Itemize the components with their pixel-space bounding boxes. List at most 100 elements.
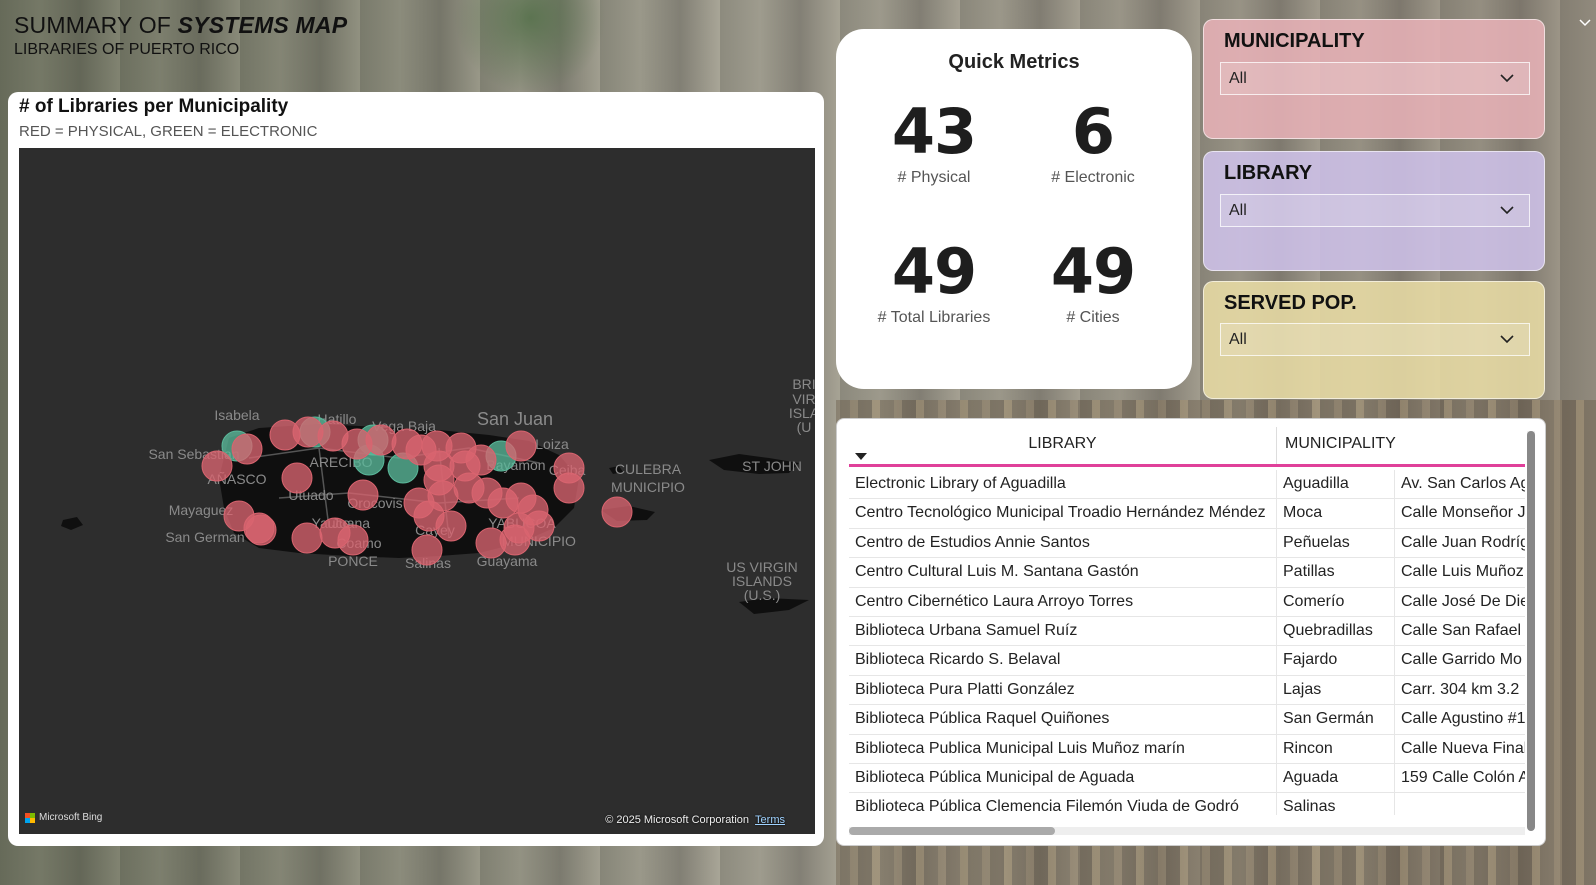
horizontal-scroll-thumb[interactable] xyxy=(849,827,1055,835)
cell-library: Centro de Estudios Annie Santos xyxy=(849,528,1277,558)
table-row[interactable]: Electronic Library of Aguadilla Aguadilla… xyxy=(849,470,1525,500)
vertical-scrollbar[interactable] xyxy=(1527,431,1535,831)
cell-address: Carr. 304 km 3.2 xyxy=(1401,680,1520,698)
map-canvas[interactable]: Isabela Hatillo Vega Baja San Juan Loiza San … xyxy=(19,148,815,834)
metric-cities-value: 49 xyxy=(1050,235,1136,308)
cell-address: Calle Juan Rodríg xyxy=(1401,533,1525,551)
cell-address xyxy=(1395,793,1525,815)
cell-municipality: Quebradillas xyxy=(1277,616,1395,646)
cell-library: Centro Cibernético Laura Arroyo Torres xyxy=(849,587,1277,616)
map-place-label: Loiza xyxy=(535,436,569,452)
background-plant xyxy=(450,0,610,90)
cell-address: Calle San Rafael E xyxy=(1401,621,1525,639)
chevron-down-icon xyxy=(1500,74,1514,83)
served-pop-dropdown[interactable]: All xyxy=(1220,323,1530,356)
library-dropdown-value: All xyxy=(1229,201,1247,219)
page-subtitle: LIBRARIES OF PUERTO RICO xyxy=(14,41,240,58)
physical-library-marker[interactable] xyxy=(503,512,535,544)
map-place-label: (U xyxy=(797,419,812,435)
sort-descending-icon xyxy=(855,453,867,460)
cell-library: Biblioteca Urbana Samuel Ruíz xyxy=(849,616,1277,646)
library-table: LIBRARY MUNICIPALITY Electronic Library … xyxy=(836,418,1546,846)
cell-address: Calle Nueva Final xyxy=(1401,739,1525,757)
cell-municipality: Aguada xyxy=(1277,763,1395,793)
table-row[interactable]: Biblioteca Urbana Samuel Ruíz Quebradilla… xyxy=(849,616,1525,647)
metric-cities: 49 # Cities xyxy=(1008,241,1178,327)
cell-library: Biblioteca Ricardo S. Belaval xyxy=(849,646,1277,675)
map-title: # of Libraries per Municipality xyxy=(19,96,289,117)
metric-physical-value: 43 xyxy=(891,95,977,168)
table-row[interactable]: Biblioteca Pública Raquel Quiñones San Ge… xyxy=(849,705,1525,735)
cell-municipality: Patillas xyxy=(1277,558,1395,587)
physical-library-marker[interactable] xyxy=(365,424,397,456)
metric-physical: 43 # Physical xyxy=(849,101,1019,187)
municipality-dropdown[interactable]: All xyxy=(1220,62,1530,95)
map-place-label: San German xyxy=(165,529,244,545)
horizontal-scrollbar[interactable] xyxy=(849,827,1525,835)
cell-municipality: Lajas xyxy=(1277,675,1395,705)
physical-library-marker[interactable] xyxy=(201,450,233,482)
column-header-library[interactable]: LIBRARY xyxy=(849,427,1277,464)
cell-library: Biblioteca Pública Municipal de Aguada xyxy=(849,763,1277,793)
metric-total-value: 49 xyxy=(891,235,977,308)
table-row[interactable]: Centro de Estudios Annie Santos Peñuelas C… xyxy=(849,528,1525,559)
table-row[interactable]: Biblioteca Publica Municipal Luis Muñoz … xyxy=(849,734,1525,764)
table-body: Electronic Library of Aguadilla Aguadilla… xyxy=(849,470,1525,815)
table-row[interactable]: Centro Cultural Luis M. Santana Gastón Pa… xyxy=(849,558,1525,588)
table-row[interactable]: Centro Cibernético Laura Arroyo Torres Co… xyxy=(849,587,1525,617)
cell-address: Calle Garrido Mo xyxy=(1401,651,1522,669)
physical-library-marker[interactable] xyxy=(601,496,633,528)
cell-address: Calle José De Die xyxy=(1401,592,1525,610)
physical-library-marker[interactable] xyxy=(427,480,459,512)
served-pop-dropdown-value: All xyxy=(1229,330,1247,348)
physical-library-marker[interactable] xyxy=(435,510,467,542)
map-svg: Isabela Hatillo Vega Baja San JuanLoizaSan … xyxy=(61,376,815,614)
physical-library-marker[interactable] xyxy=(281,462,313,494)
physical-library-marker[interactable] xyxy=(553,472,585,504)
cell-municipality: Moca xyxy=(1277,499,1395,528)
cell-municipality: Aguadilla xyxy=(1277,470,1395,499)
physical-library-marker[interactable] xyxy=(411,534,443,566)
physical-library-marker[interactable] xyxy=(347,479,379,511)
table-header: LIBRARY MUNICIPALITY xyxy=(849,427,1525,467)
map-legend-text: RED = PHYSICAL, GREEN = ELECTRONIC xyxy=(19,123,318,140)
terms-link[interactable]: Terms xyxy=(755,814,785,826)
cell-municipality: Rincon xyxy=(1277,734,1395,763)
map-place-label: Isabela xyxy=(214,407,259,423)
library-dropdown[interactable]: All xyxy=(1220,194,1530,227)
page-header: SUMMARY OF SYSTEMS MAP LIBRARIES OF PUER… xyxy=(14,12,347,59)
cell-address: Calle Luis Muñoz xyxy=(1401,563,1524,581)
table-row[interactable]: Biblioteca Pura Platti González Lajas Carr… xyxy=(849,675,1525,706)
column-header-municipality[interactable]: MUNICIPALITY xyxy=(1277,427,1396,464)
table-row[interactable]: Centro Tecnológico Municipal Troadio Her… xyxy=(849,499,1525,529)
cell-address: Calle Monseñor J xyxy=(1401,504,1525,522)
cell-municipality: San Germán xyxy=(1277,705,1395,734)
physical-library-marker[interactable] xyxy=(337,524,369,556)
metric-electronic: 6 # Electronic xyxy=(1008,101,1178,187)
cell-library: Centro Tecnológico Municipal Troadio Her… xyxy=(849,499,1277,528)
physical-library-marker[interactable] xyxy=(291,522,323,554)
metric-cities-label: # Cities xyxy=(1066,309,1120,326)
physical-library-marker[interactable] xyxy=(465,444,497,476)
metric-electronic-value: 6 xyxy=(1071,95,1115,168)
microsoft-logo-icon xyxy=(25,812,35,823)
physical-library-marker[interactable] xyxy=(231,433,263,465)
vertical-scroll-thumb[interactable] xyxy=(1527,431,1535,831)
table-row[interactable]: Biblioteca Ricardo S. Belaval Fajardo Call… xyxy=(849,646,1525,676)
table-row[interactable]: Biblioteca Pública Clemencia Filemón Viu… xyxy=(849,793,1525,815)
chevron-down-icon[interactable] xyxy=(1578,16,1592,30)
physical-library-marker[interactable] xyxy=(505,430,537,462)
quick-metrics-title: Quick Metrics xyxy=(948,51,1080,73)
physical-library-marker[interactable] xyxy=(245,514,277,546)
library-filter: LIBRARY All xyxy=(1203,151,1545,271)
map-place-label: CULEBRA xyxy=(615,461,682,477)
map-copyright: © 2025 Microsoft Corporation Terms xyxy=(605,814,785,826)
cell-address: Calle Agustino #1 xyxy=(1401,710,1525,728)
table-row[interactable]: Biblioteca Pública Municipal de Aguada Ag… xyxy=(849,763,1525,794)
mona-island xyxy=(61,517,83,530)
cell-library: Biblioteca Pública Clemencia Filemón Viu… xyxy=(849,793,1277,815)
map-place-label: BRI xyxy=(792,376,815,392)
library-filter-title: LIBRARY xyxy=(1224,162,1313,184)
municipality-filter: MUNICIPALITY All xyxy=(1203,19,1545,139)
cell-address: Av. San Carlos Ag xyxy=(1401,475,1525,492)
